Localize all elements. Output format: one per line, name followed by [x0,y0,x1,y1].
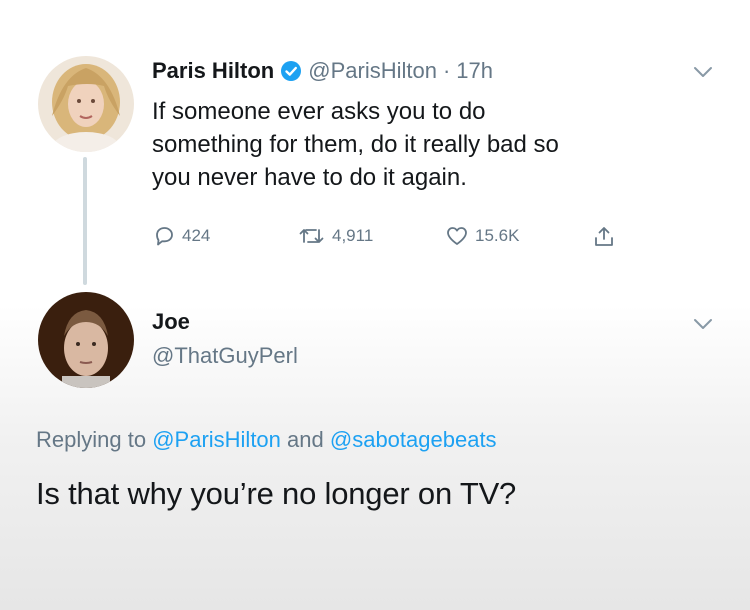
reply-author-name[interactable]: Joe [152,309,190,335]
retweet-icon [299,229,324,243]
replying-to: Replying to @ParisHilton and @sabotagebe… [36,427,497,453]
separator-dot: · [442,58,451,83]
retweet-action[interactable]: 4,911 [298,224,373,248]
like-action[interactable]: 15.6K [445,224,519,248]
thread-line [83,157,87,285]
replying-conjunction: and [287,427,324,452]
share-action[interactable] [592,224,616,250]
verified-badge-icon [280,60,302,82]
paris-avatar[interactable] [38,56,134,152]
reply-icon [156,227,173,246]
paris-avatar-image [38,56,134,152]
author-name[interactable]: Paris Hilton [152,58,274,84]
like-count: 15.6K [475,226,520,245]
tweet-line-3: you never have to do it again. [152,164,467,191]
heart-icon [447,227,467,245]
tweet-line-2: something for them, do it really bad so [152,131,559,158]
tweet-body: If someone ever asks you to do something… [152,95,712,194]
joe-avatar-image [38,292,134,388]
tweet-header: Paris Hilton @ParisHilton · 17h [152,58,493,84]
joe-avatar[interactable] [38,292,134,388]
mention-sabotagebeats[interactable]: @sabotagebeats [330,427,497,452]
reply-body: Is that why you’re no longer on TV? [36,476,517,511]
share-icon [595,227,613,246]
replying-prefix: Replying to [36,427,147,452]
author-handle[interactable]: @ParisHilton [308,58,437,84]
reply-chevron-down-icon[interactable] [692,316,714,332]
mention-parishilton[interactable]: @ParisHilton [152,427,281,452]
reply-count: 424 [182,226,211,245]
chevron-down-icon[interactable] [692,64,714,80]
tweet-line-1: If someone ever asks you to do [152,98,486,125]
tweet-timestamp[interactable]: 17h [456,58,493,84]
reply-author-handle[interactable]: @ThatGuyPerl [152,343,298,369]
reply-action[interactable]: 424 [152,224,210,248]
retweet-count: 4,911 [332,226,374,245]
